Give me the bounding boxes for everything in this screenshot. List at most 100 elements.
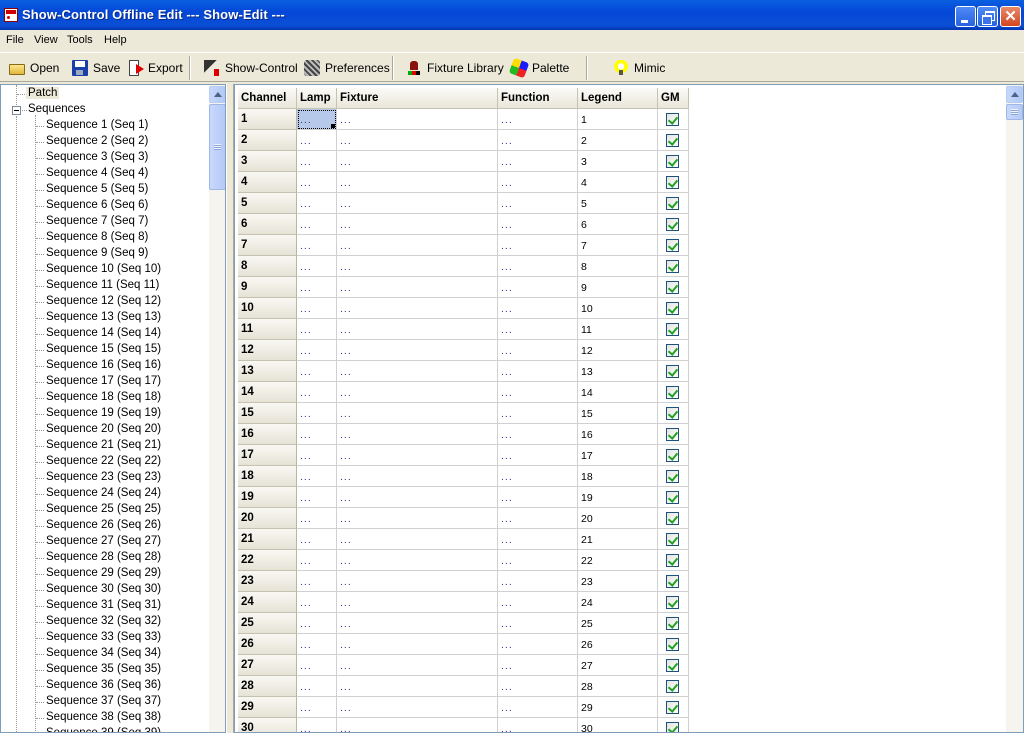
lamp-cell[interactable]: ... — [297, 403, 337, 424]
lamp-cell[interactable]: ... — [297, 193, 337, 214]
function-cell[interactable]: ... — [498, 298, 578, 319]
fixture-cell[interactable]: ... — [337, 571, 498, 592]
table-row[interactable]: 15......... 15 — [238, 403, 689, 424]
function-cell[interactable]: ... — [498, 676, 578, 697]
gm-checkbox[interactable] — [666, 113, 679, 126]
lamp-cell[interactable]: ... — [297, 319, 337, 340]
function-cell[interactable]: ... — [498, 634, 578, 655]
tree-item-sequence[interactable]: Sequence 18 (Seq 18) — [46, 391, 161, 403]
fixture-cell[interactable]: ... — [337, 718, 498, 732]
column-header-legend[interactable]: Legend — [578, 88, 658, 109]
fixture-cell[interactable]: ... — [337, 382, 498, 403]
gm-checkbox[interactable] — [666, 176, 679, 189]
gm-checkbox[interactable] — [666, 281, 679, 294]
lamp-cell[interactable]: ... — [297, 634, 337, 655]
menu-file[interactable]: File — [6, 34, 24, 46]
tree-item-sequence[interactable]: Sequence 39 (Seq 39) — [46, 727, 161, 732]
channel-cell[interactable]: 6 — [238, 214, 297, 235]
fixture-cell[interactable]: ... — [337, 151, 498, 172]
gm-checkbox[interactable] — [666, 407, 679, 420]
lamp-cell[interactable]: ... — [297, 424, 337, 445]
gm-checkbox[interactable] — [666, 155, 679, 168]
table-row[interactable]: 27......... 27 — [238, 655, 689, 676]
menu-view[interactable]: View — [34, 34, 58, 46]
table-row[interactable]: 20......... 20 — [238, 508, 689, 529]
table-row[interactable]: 10......... 10 — [238, 298, 689, 319]
channel-cell[interactable]: 17 — [238, 445, 297, 466]
tree-item-sequence[interactable]: Sequence 22 (Seq 22) — [46, 455, 161, 467]
fixture-cell[interactable]: ... — [337, 655, 498, 676]
gm-cell[interactable] — [658, 256, 689, 277]
table-row[interactable]: 19......... 19 — [238, 487, 689, 508]
legend-cell[interactable]: 9 — [578, 277, 658, 298]
function-cell[interactable]: ... — [498, 193, 578, 214]
channel-cell[interactable]: 29 — [238, 697, 297, 718]
channel-cell[interactable]: 19 — [238, 487, 297, 508]
scroll-up-button[interactable] — [1006, 86, 1023, 103]
function-cell[interactable]: ... — [498, 235, 578, 256]
gm-checkbox[interactable] — [666, 491, 679, 504]
column-header-channel[interactable]: Channel — [238, 88, 297, 109]
palette-button[interactable]: Palette — [508, 57, 569, 79]
gm-cell[interactable] — [658, 424, 689, 445]
tree-item-sequence[interactable]: Sequence 36 (Seq 36) — [46, 679, 161, 691]
gm-checkbox[interactable] — [666, 722, 679, 732]
tree-item-sequence[interactable]: Sequence 19 (Seq 19) — [46, 407, 161, 419]
fixture-cell[interactable]: ... — [337, 613, 498, 634]
fixture-library-button[interactable]: Fixture Library — [406, 58, 504, 78]
fixture-cell[interactable]: ... — [337, 319, 498, 340]
legend-cell[interactable]: 13 — [578, 361, 658, 382]
legend-cell[interactable]: 23 — [578, 571, 658, 592]
fixture-cell[interactable]: ... — [337, 424, 498, 445]
legend-cell[interactable]: 1 — [578, 109, 658, 130]
tree-item-sequence[interactable]: Sequence 17 (Seq 17) — [46, 375, 161, 387]
lamp-cell[interactable]: ... — [297, 277, 337, 298]
gm-cell[interactable] — [658, 214, 689, 235]
function-cell[interactable]: ... — [498, 655, 578, 676]
function-cell[interactable]: ... — [498, 487, 578, 508]
fixture-cell[interactable]: ... — [337, 466, 498, 487]
lamp-cell[interactable]: ... — [297, 382, 337, 403]
fixture-cell[interactable]: ... — [337, 193, 498, 214]
function-cell[interactable]: ... — [498, 382, 578, 403]
gm-cell[interactable] — [658, 718, 689, 732]
gm-cell[interactable] — [658, 613, 689, 634]
lamp-cell[interactable]: ... — [297, 655, 337, 676]
lamp-cell[interactable]: ... — [297, 130, 337, 151]
channel-cell[interactable]: 13 — [238, 361, 297, 382]
legend-cell[interactable]: 24 — [578, 592, 658, 613]
title-bar[interactable]: Show-Control Offline Edit --- Show-Edit … — [0, 0, 1024, 30]
function-cell[interactable]: ... — [498, 214, 578, 235]
tree-item-patch[interactable]: Patch — [26, 87, 60, 99]
fixture-cell[interactable]: ... — [337, 445, 498, 466]
preferences-button[interactable]: Preferences — [304, 58, 390, 78]
gm-checkbox[interactable] — [666, 533, 679, 546]
legend-cell[interactable]: 18 — [578, 466, 658, 487]
export-button[interactable]: Export — [129, 58, 183, 78]
tree-item-sequence[interactable]: Sequence 12 (Seq 12) — [46, 295, 161, 307]
fixture-cell[interactable]: ... — [337, 697, 498, 718]
tree-item-sequence[interactable]: Sequence 24 (Seq 24) — [46, 487, 161, 499]
show-control-button[interactable]: Show-Control — [204, 58, 298, 78]
gm-checkbox[interactable] — [666, 134, 679, 147]
channel-cell[interactable]: 4 — [238, 172, 297, 193]
lamp-cell[interactable]: ... — [297, 613, 337, 634]
table-row[interactable]: 26......... 26 — [238, 634, 689, 655]
tree-item-sequence[interactable]: Sequence 30 (Seq 30) — [46, 583, 161, 595]
table-row[interactable]: 18......... 18 — [238, 466, 689, 487]
fixture-cell[interactable]: ... — [337, 340, 498, 361]
gm-checkbox[interactable] — [666, 365, 679, 378]
channel-cell[interactable]: 30 — [238, 718, 297, 732]
gm-cell[interactable] — [658, 403, 689, 424]
lamp-cell[interactable]: ... — [297, 445, 337, 466]
legend-cell[interactable]: 29 — [578, 697, 658, 718]
fixture-cell[interactable]: ... — [337, 676, 498, 697]
gm-cell[interactable] — [658, 676, 689, 697]
legend-cell[interactable]: 8 — [578, 256, 658, 277]
legend-cell[interactable]: 30 — [578, 718, 658, 732]
lamp-cell[interactable]: ... — [297, 487, 337, 508]
tree-item-sequence[interactable]: Sequence 9 (Seq 9) — [46, 247, 148, 259]
lamp-cell[interactable]: ... — [297, 697, 337, 718]
gm-checkbox[interactable] — [666, 659, 679, 672]
tree-item-sequence[interactable]: Sequence 13 (Seq 13) — [46, 311, 161, 323]
